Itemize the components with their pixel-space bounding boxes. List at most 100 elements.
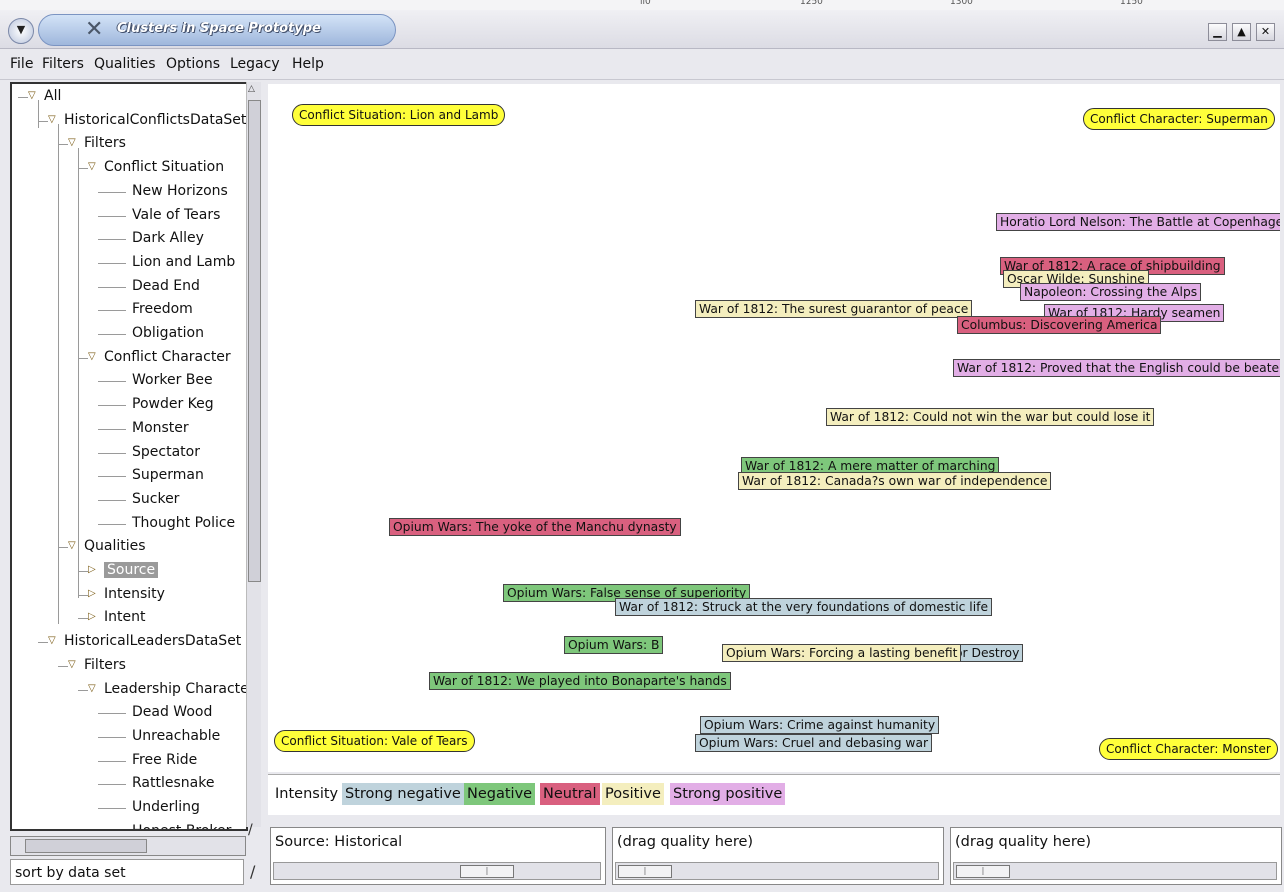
tree-node[interactable]: ▽ Qualities	[12, 536, 246, 560]
tree-leaf[interactable]: Thought Police	[12, 513, 246, 537]
expanded-triangle-icon[interactable]: ▽	[88, 351, 96, 362]
tree-leaf[interactable]: Vale of Tears	[12, 205, 246, 229]
close-button[interactable]: ✕	[1256, 23, 1275, 41]
statement-card[interactable]: Opium Wars: Cruel and debasing war	[695, 734, 933, 752]
tree-connector	[78, 618, 88, 620]
tree-leaf[interactable]: Superman	[12, 465, 246, 489]
title-bar[interactable]: ▼ ✕ Clusters in Space Prototype ▁ ▲ ✕	[0, 10, 1284, 49]
tree-connector	[58, 665, 68, 667]
maximize-button[interactable]: ▲	[1232, 23, 1251, 41]
statement-card[interactable]: War of 1812: Could not win the war but c…	[826, 408, 1155, 426]
expanded-triangle-icon[interactable]: ▽	[68, 137, 76, 148]
statement-card[interactable]: War of 1812: We played into Bonaparte's …	[429, 672, 731, 690]
expanded-triangle-icon[interactable]: ▽	[68, 659, 76, 670]
expanded-triangle-icon[interactable]: ▽	[68, 540, 76, 551]
title-pill[interactable]: ✕ Clusters in Space Prototype	[38, 14, 396, 46]
tree-node[interactable]: ▽ Conflict Character	[12, 347, 246, 371]
expanded-triangle-icon[interactable]: ▽	[48, 114, 56, 125]
collapsed-triangle-icon[interactable]: ▷	[88, 611, 96, 622]
quality-dropzone-3[interactable]: (drag quality here) |	[950, 827, 1282, 885]
menu-help[interactable]: Help	[292, 56, 324, 72]
tree-leaf[interactable]: Dead Wood	[12, 702, 246, 726]
statement-card[interactable]: War of 1812: Proved that the English cou…	[953, 359, 1280, 377]
menu-options[interactable]: Options	[166, 56, 220, 72]
quality-dropzone-2[interactable]: (drag quality here) |	[612, 827, 944, 885]
tree-node[interactable]: ▽ Leadership Characteristics	[12, 679, 246, 703]
expanded-triangle-icon[interactable]: ▽	[88, 683, 96, 694]
tree-node[interactable]: ▽ Conflict Situation	[12, 157, 246, 181]
legend-title: Intensity	[275, 786, 339, 802]
statement-card[interactable]: Columbus: Discovering America	[957, 316, 1162, 334]
dropzone-slider[interactable]: |	[953, 862, 1277, 880]
tree-leaf[interactable]: Underling	[12, 797, 246, 821]
expanded-triangle-icon[interactable]: ▽	[48, 635, 56, 646]
corner-label-bottom-left[interactable]: Conflict Situation: Vale of Tears	[274, 730, 475, 752]
tree-node[interactable]: ▷ Intent	[12, 607, 246, 631]
horizontal-scroll-thumb[interactable]	[25, 839, 147, 853]
tree-node[interactable]: ▽ Filters	[12, 655, 246, 679]
statement-card[interactable]: Opium Wars: Forcing a lasting benefit	[722, 644, 962, 662]
statement-card[interactable]: Horatio Lord Nelson: The Battle at Copen…	[996, 213, 1280, 231]
cluster-space-canvas[interactable]: Conflict Situation: Lion and Lamb Confli…	[268, 84, 1280, 772]
tree-leaf[interactable]: Dead End	[12, 276, 246, 300]
tree-node[interactable]: ▷ Source	[12, 560, 246, 584]
tree-leaf[interactable]: Spectator	[12, 442, 246, 466]
resize-handle-icon[interactable]: /	[248, 822, 253, 838]
statement-card[interactable]: War of 1812: Canada?s own war of indepen…	[738, 472, 1052, 490]
slider-thumb[interactable]: |	[460, 865, 514, 878]
tree-node[interactable]: ▷ Intensity	[12, 584, 246, 608]
tree-leaf[interactable]: Rattlesnake	[12, 773, 246, 797]
sort-selector[interactable]: sort by data set	[10, 859, 244, 885]
tree-leaf[interactable]: Dark Alley	[12, 228, 246, 252]
scroll-thumb[interactable]	[248, 100, 261, 582]
tree-horizontal-scrollbar[interactable]	[10, 836, 246, 856]
tree-node[interactable]: ▽ Filters	[12, 133, 246, 157]
tree-leaf[interactable]: Unreachable	[12, 726, 246, 750]
dropzone-slider[interactable]: |	[615, 862, 939, 880]
tree-leaf[interactable]: Lion and Lamb	[12, 252, 246, 276]
tree-leaf[interactable]: Free Ride	[12, 750, 246, 774]
corner-label-bottom-right[interactable]: Conflict Character: Monster	[1099, 738, 1278, 760]
statement-card[interactable]: War of 1812: The surest guarantor of pea…	[695, 300, 973, 318]
tree-node-label: Sucker	[132, 490, 180, 507]
tree-vertical-scrollbar[interactable]: △	[246, 82, 261, 827]
tree-node-label: Superman	[132, 467, 204, 484]
tree-leaf[interactable]: Powder Keg	[12, 394, 246, 418]
menu-file[interactable]: File	[10, 56, 33, 72]
tree-leaf[interactable]: Sucker	[12, 489, 246, 513]
tree-node-label: HistoricalConflictsDataSet	[64, 111, 247, 128]
tree-leaf[interactable]: Worker Bee	[12, 370, 246, 394]
tree-leaf[interactable]: Freedom	[12, 299, 246, 323]
dropzone-slider[interactable]: |	[273, 862, 601, 880]
tree-leaf[interactable]: Obligation	[12, 323, 246, 347]
slider-thumb[interactable]: |	[956, 865, 1010, 878]
collapsed-triangle-icon[interactable]: ▷	[88, 564, 96, 575]
resize-grip-icon[interactable]: /	[250, 862, 255, 881]
data-set-tree[interactable]: ▽ All ▽ HistoricalConflictsDataSet ▽ Filters ▽…	[10, 82, 248, 831]
scroll-up-icon[interactable]: △	[248, 84, 255, 94]
statement-card[interactable]: Opium Wars: Crime against humanity	[700, 716, 940, 734]
statement-card[interactable]: Opium Wars: B	[564, 636, 664, 654]
statement-card[interactable]: War of 1812: Struck at the very foundati…	[615, 598, 993, 616]
minimize-button[interactable]: ▁	[1208, 23, 1227, 41]
menu-filters[interactable]: Filters	[42, 56, 84, 72]
statement-card[interactable]: Opium Wars: The yoke of the Manchu dynas…	[389, 518, 681, 536]
tree-node[interactable]: ▽ All	[12, 86, 246, 110]
tree-leaf[interactable]: New Horizons	[12, 181, 246, 205]
window-menu-button[interactable]: ▼	[8, 18, 34, 44]
expanded-triangle-icon[interactable]: ▽	[88, 161, 96, 172]
corner-label-top-left[interactable]: Conflict Situation: Lion and Lamb	[292, 104, 506, 126]
collapsed-triangle-icon[interactable]: ▷	[88, 588, 96, 599]
slider-thumb[interactable]: |	[618, 865, 672, 878]
quality-dropzone-1[interactable]: Source: Historical |	[270, 827, 606, 885]
expanded-triangle-icon[interactable]: ▽	[28, 90, 36, 101]
menu-legacy[interactable]: Legacy	[230, 56, 280, 72]
tree-connector	[98, 215, 126, 217]
tree-node[interactable]: ▽ HistoricalConflictsDataSet	[12, 110, 246, 134]
statement-card[interactable]: Napoleon: Crossing the Alps	[1020, 283, 1202, 301]
corner-label-top-right[interactable]: Conflict Character: Superman	[1083, 108, 1275, 130]
tree-leaf[interactable]: Honest Broker	[12, 821, 246, 829]
menu-qualities[interactable]: Qualities	[94, 56, 156, 72]
tree-node[interactable]: ▽ HistoricalLeadersDataSet	[12, 631, 246, 655]
tree-leaf[interactable]: Monster	[12, 418, 246, 442]
